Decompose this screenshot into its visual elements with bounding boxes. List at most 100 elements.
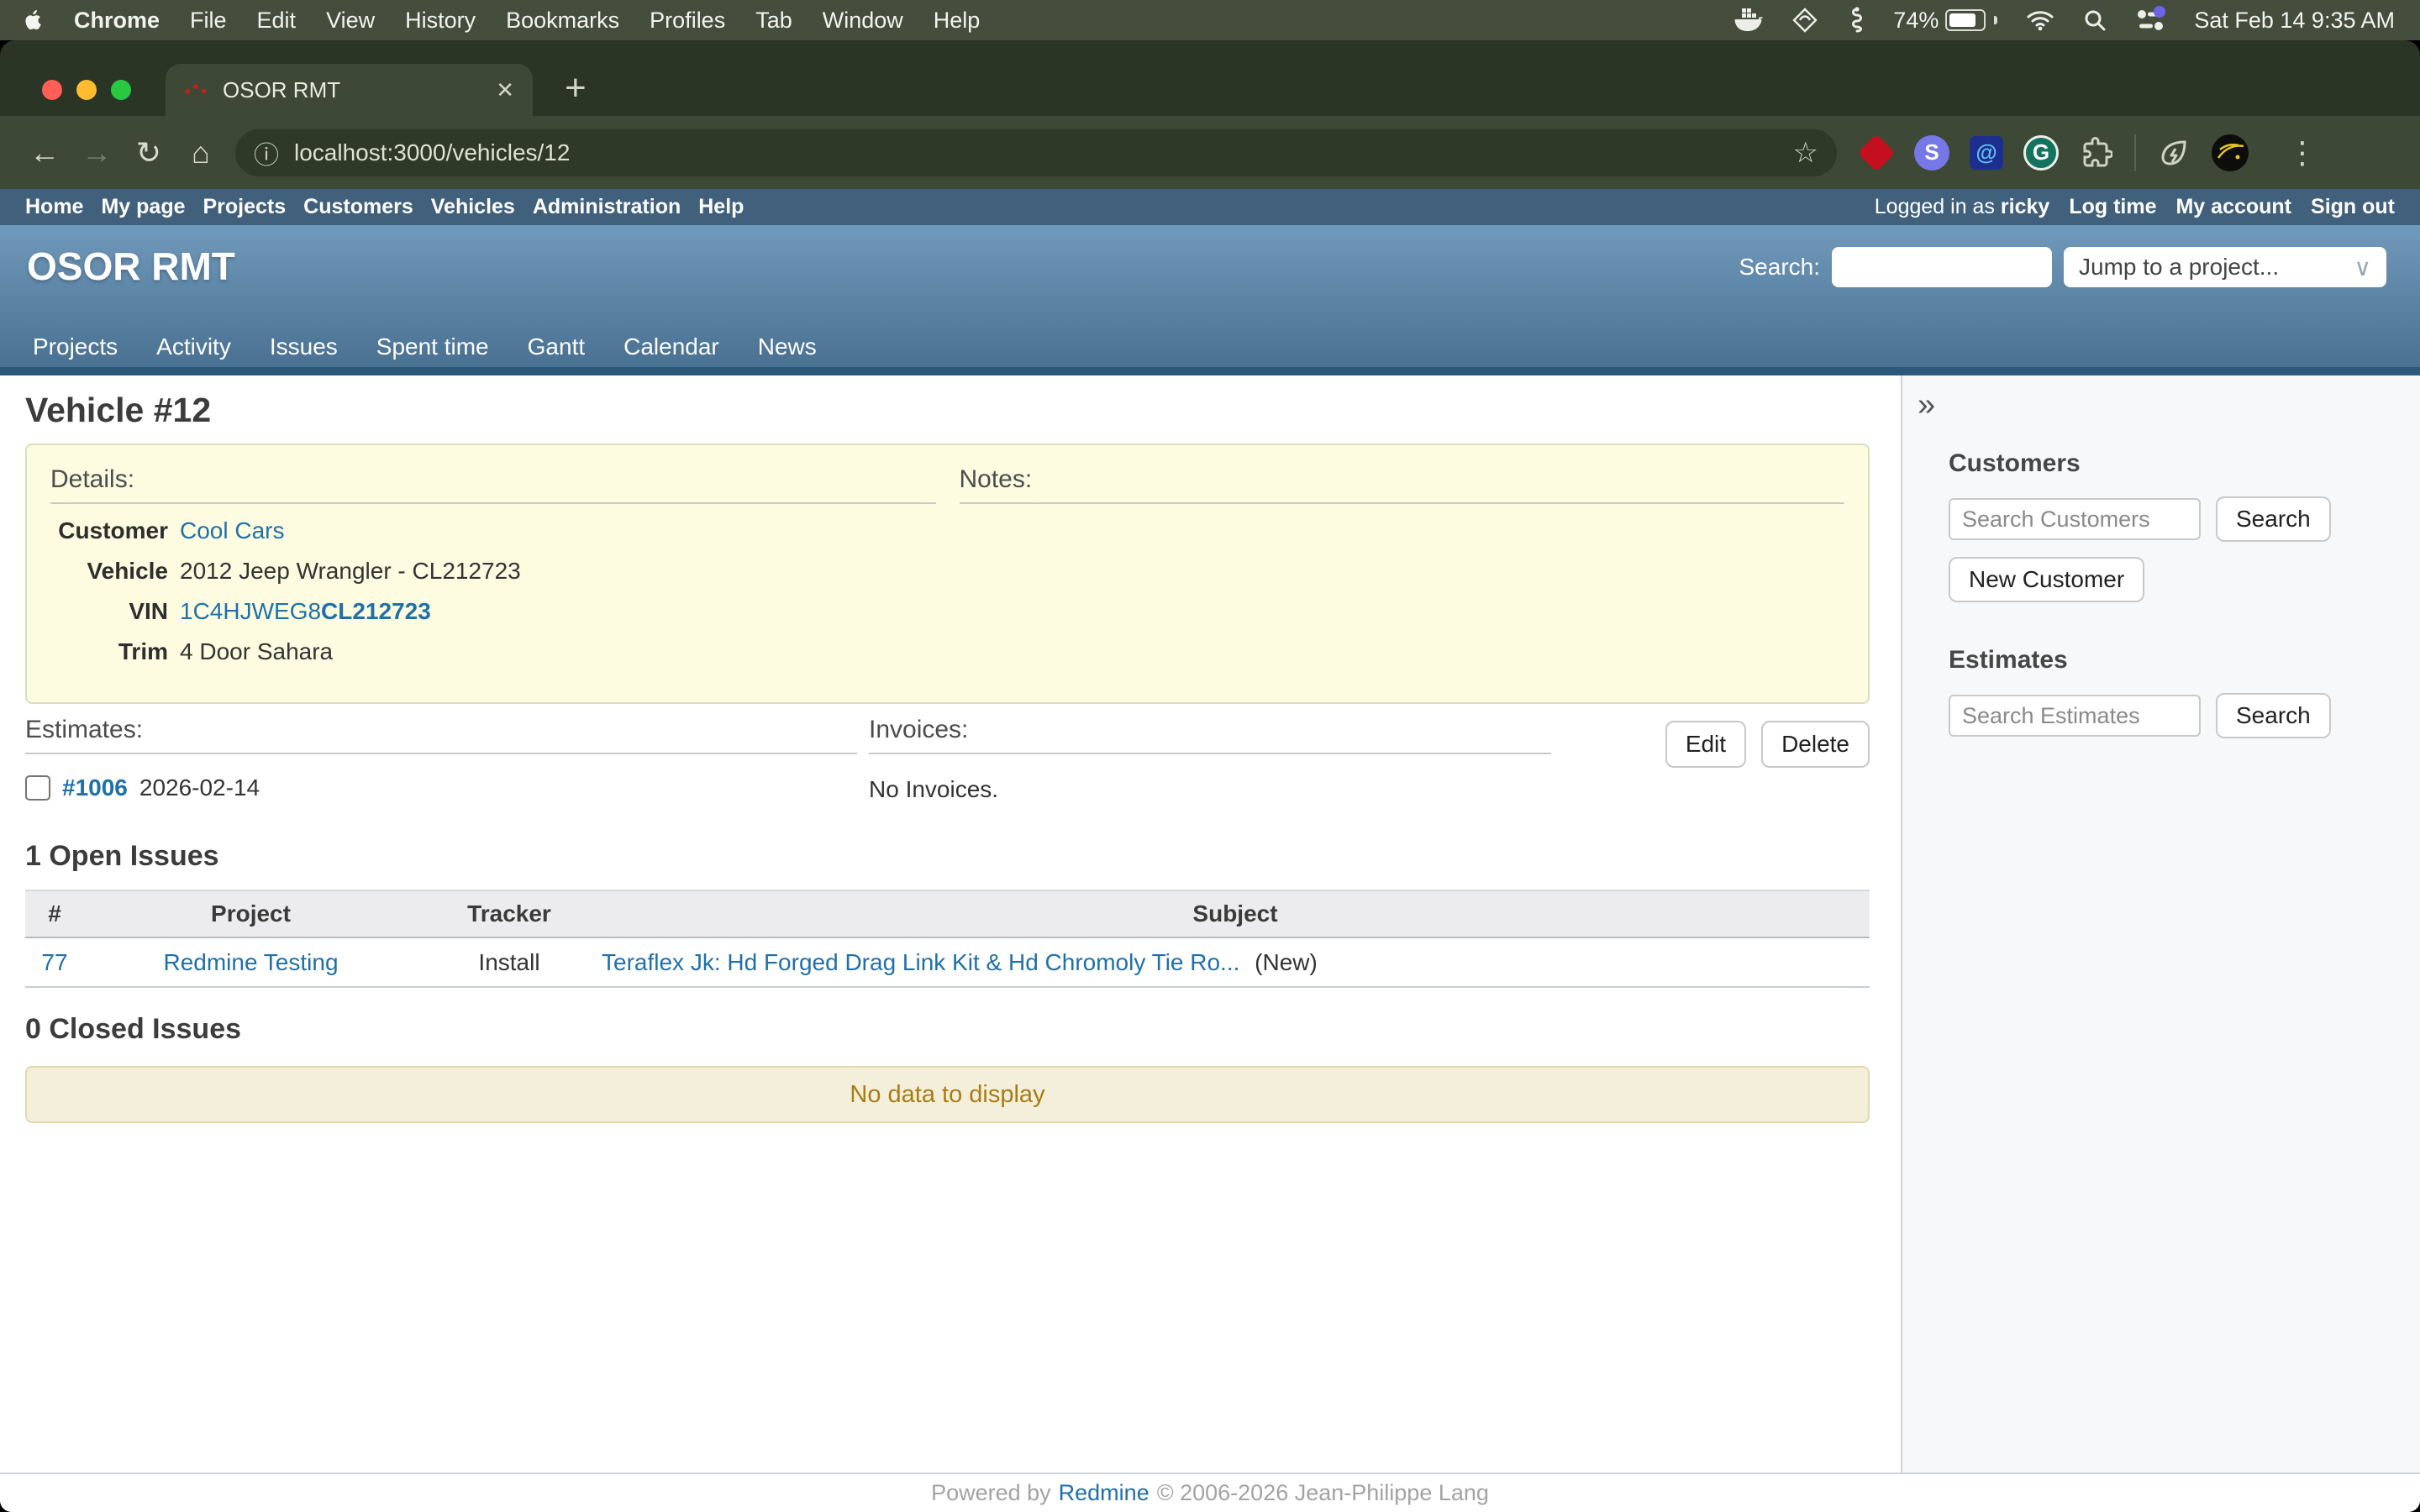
search-customers-button[interactable]: Search — [2216, 496, 2331, 542]
menubar-item-tab[interactable]: Tab — [755, 8, 792, 34]
menubar-item-bookmarks[interactable]: Bookmarks — [506, 8, 619, 34]
snake-icon[interactable] — [1846, 7, 1865, 34]
menubar-clock[interactable]: Sat Feb 14 9:35 AM — [2194, 8, 2395, 34]
nav-my-page[interactable]: My page — [101, 195, 185, 219]
nav-projects[interactable]: Projects — [203, 195, 287, 219]
nav-customers[interactable]: Customers — [303, 195, 413, 219]
menubar-app-name[interactable]: Chrome — [74, 8, 160, 34]
battery-icon[interactable]: 74% — [1893, 8, 1997, 34]
header-tabs: Projects Activity Issues Spent time Gant… — [33, 333, 817, 360]
reload-icon[interactable]: ↻ — [123, 135, 175, 171]
menubar-item-help[interactable]: Help — [934, 8, 981, 34]
new-customer-button[interactable]: New Customer — [1949, 557, 2144, 602]
control-center-icon[interactable] — [2135, 8, 2165, 32]
menubar-item-view[interactable]: View — [326, 8, 375, 34]
chevron-down-icon: ∨ — [2354, 254, 2372, 281]
nav-home[interactable]: Home — [25, 195, 83, 219]
battery-percent: 74% — [1893, 8, 1939, 34]
tab-title: OSOR RMT — [223, 77, 496, 103]
search-estimates-button[interactable]: Search — [2216, 693, 2331, 738]
menubar-item-profiles[interactable]: Profiles — [650, 8, 725, 34]
forward-icon[interactable]: → — [71, 135, 123, 171]
maximize-window-button[interactable] — [111, 80, 131, 100]
redmine-link[interactable]: Redmine — [1059, 1480, 1150, 1506]
spotlight-icon[interactable] — [2083, 8, 2107, 32]
details-heading: Details: — [50, 465, 936, 504]
sidebar-estimates-section: Estimates Search — [1949, 646, 2386, 738]
tab-issues[interactable]: Issues — [270, 333, 338, 360]
site-info-icon[interactable]: ⓘ — [254, 134, 279, 171]
jump-select-value: Jump to a project... — [2079, 254, 2279, 281]
tab-news[interactable]: News — [758, 333, 817, 360]
address-bar[interactable]: ⓘ localhost:3000/vehicles/12 ☆ — [235, 129, 1837, 176]
nav-vehicles[interactable]: Vehicles — [431, 195, 515, 219]
nav-administration[interactable]: Administration — [533, 195, 681, 219]
swirl-extension-icon[interactable]: S — [1914, 135, 1949, 171]
lock-extension-icon[interactable]: @ — [1970, 136, 2003, 170]
header-search-input[interactable] — [1832, 247, 2052, 287]
apple-icon[interactable] — [25, 9, 44, 31]
search-label: Search: — [1739, 254, 1821, 281]
tab-spent-time[interactable]: Spent time — [376, 333, 489, 360]
nav-help[interactable]: Help — [698, 195, 744, 219]
issue-project-link[interactable]: Redmine Testing — [163, 949, 338, 975]
tab-close-icon[interactable]: ✕ — [496, 77, 514, 103]
content: Vehicle #12 Details: Customer Cool Cars … — [0, 375, 2420, 1473]
browser-window: OSOR RMT ✕ + ← → ↻ ⌂ ⓘ localhost:3000/ve… — [0, 40, 2420, 1512]
invoices-heading: Invoices: — [869, 716, 1551, 754]
edit-button[interactable]: Edit — [1665, 721, 1746, 768]
sidebar-collapse-icon[interactable]: » — [1918, 389, 2420, 421]
col-subject: Subject — [601, 890, 1870, 937]
battery-saver-leaf-icon[interactable] — [2156, 135, 2191, 171]
maps-icon[interactable] — [1792, 8, 1818, 33]
sidebar-customers-section: Customers Search New Customer — [1949, 449, 2386, 602]
menubar-item-history[interactable]: History — [405, 8, 476, 34]
search-customers-input[interactable] — [1949, 498, 2201, 540]
issue-subject-link[interactable]: Teraflex Jk: Hd Forged Drag Link Kit & H… — [602, 949, 1239, 975]
menubar-item-edit[interactable]: Edit — [257, 8, 297, 34]
customer-link[interactable]: Cool Cars — [180, 517, 284, 544]
puzzle-extensions-icon[interactable] — [2079, 135, 2114, 171]
close-window-button[interactable] — [42, 80, 62, 100]
search-estimates-input[interactable] — [1949, 695, 2201, 737]
delete-button[interactable]: Delete — [1761, 721, 1870, 768]
main-content: Vehicle #12 Details: Customer Cool Cars … — [0, 375, 1901, 1473]
menubar-item-window[interactable]: Window — [823, 8, 903, 34]
tab-gantt[interactable]: Gantt — [528, 333, 585, 360]
estimate-link[interactable]: #1006 — [62, 774, 128, 801]
vin-link[interactable]: 1C4HJWEG8CL212723 — [180, 598, 431, 625]
col-tracker: Tracker — [418, 890, 601, 937]
grammarly-extension-icon[interactable]: G — [2023, 135, 2059, 171]
sign-out-link[interactable]: Sign out — [2311, 195, 2395, 219]
minimize-window-button[interactable] — [76, 80, 97, 100]
my-account-link[interactable]: My account — [2175, 195, 2291, 219]
tab-projects[interactable]: Projects — [33, 333, 118, 360]
issue-id-link[interactable]: 77 — [41, 949, 67, 975]
bookmark-star-icon[interactable]: ☆ — [1793, 136, 1818, 170]
home-icon[interactable]: ⌂ — [175, 135, 227, 171]
docker-icon[interactable] — [1733, 8, 1764, 33]
menubar-item-file[interactable]: File — [190, 8, 227, 34]
wifi-icon[interactable] — [2026, 9, 2054, 31]
log-time-link[interactable]: Log time — [2069, 195, 2156, 219]
col-project: Project — [84, 890, 418, 937]
estimate-checkbox[interactable] — [25, 775, 50, 801]
vin-label: VIN — [50, 598, 168, 625]
vin-field: VIN 1C4HJWEG8CL212723 — [50, 598, 936, 625]
red-diamond-extension-icon[interactable] — [1859, 135, 1894, 171]
browser-menu-icon[interactable]: ⋮ — [2287, 135, 2317, 171]
no-data-banner: No data to display — [25, 1066, 1870, 1123]
copyright-text: © 2006-2026 Jean-Philippe Lang — [1157, 1480, 1489, 1506]
back-icon[interactable]: ← — [18, 135, 71, 171]
battery-nub — [1994, 16, 1997, 24]
jump-to-project-select[interactable]: Jump to a project... ∨ — [2064, 247, 2386, 287]
username-link[interactable]: ricky — [2001, 195, 2049, 218]
tab-calendar[interactable]: Calendar — [623, 333, 719, 360]
browser-tab[interactable]: OSOR RMT ✕ — [166, 64, 533, 116]
profile-avatar[interactable] — [2212, 134, 2249, 171]
open-issues-table: # Project Tracker Subject 77 Redmine Tes… — [25, 890, 1870, 988]
no-invoices-text: No Invoices. — [869, 776, 1551, 803]
tab-activity[interactable]: Activity — [156, 333, 231, 360]
url-text[interactable]: localhost:3000/vehicles/12 — [294, 139, 570, 166]
new-tab-button[interactable]: + — [565, 67, 587, 109]
